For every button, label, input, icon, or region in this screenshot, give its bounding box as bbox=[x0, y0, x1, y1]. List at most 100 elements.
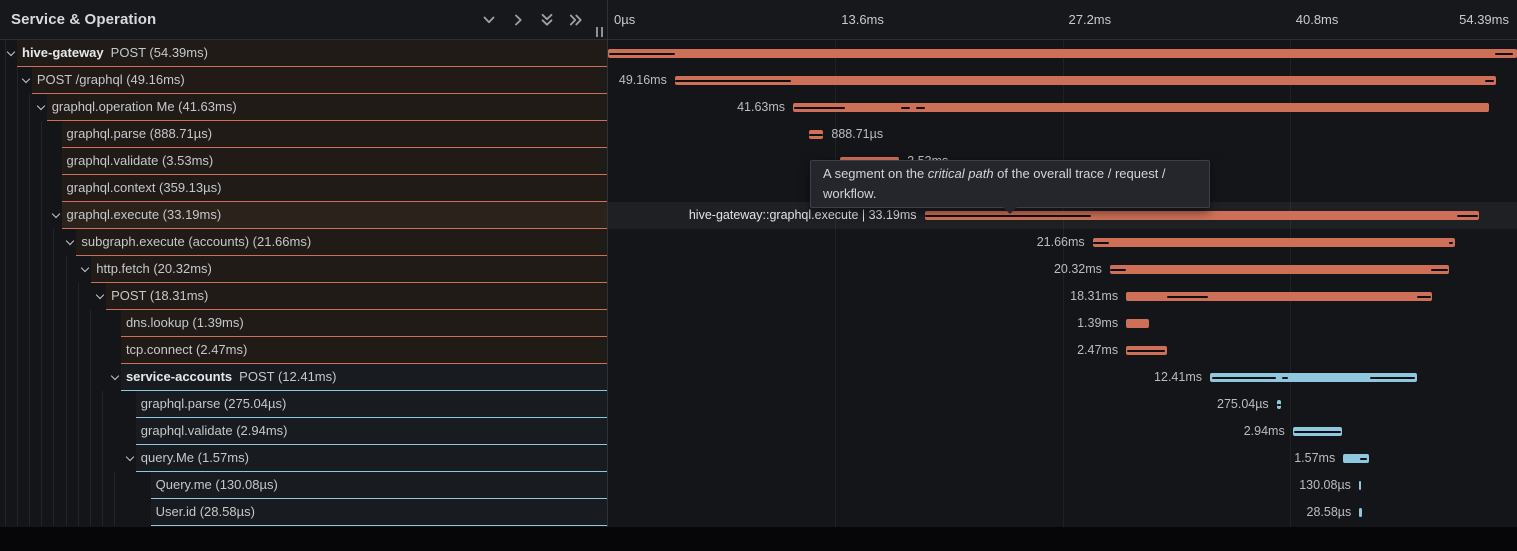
tree-row[interactable]: graphql.parse (888.71µs) bbox=[0, 121, 608, 148]
double-chevron-down-icon[interactable] bbox=[539, 12, 555, 28]
span-bar[interactable] bbox=[1359, 508, 1362, 517]
timeline-tick-label: 40.8ms bbox=[1296, 0, 1339, 40]
collapse-chevron-icon[interactable] bbox=[53, 211, 60, 218]
chevron-down-icon[interactable] bbox=[481, 12, 497, 28]
tree-row[interactable]: POST /graphql (49.16ms) bbox=[0, 67, 608, 94]
collapse-chevron-icon[interactable] bbox=[82, 265, 89, 272]
tree-row[interactable]: User.id (28.58µs) bbox=[0, 499, 608, 526]
tree-row[interactable]: graphql.execute (33.19ms) bbox=[0, 202, 608, 229]
span-name-label: graphql.parse (275.04µs) bbox=[141, 391, 287, 417]
tree-row[interactable]: tcp.connect (2.47ms) bbox=[0, 337, 608, 364]
span-duration-label: 275.04µs bbox=[1217, 391, 1269, 418]
span-bar[interactable] bbox=[793, 103, 1489, 112]
tree-row[interactable]: subgraph.execute (accounts) (21.66ms) bbox=[0, 229, 608, 256]
span-duration-label: 2.47ms bbox=[1077, 337, 1118, 364]
indent-guide bbox=[5, 472, 6, 499]
indent-guide bbox=[41, 364, 42, 391]
tree-row[interactable]: service-accountsPOST (12.41ms) bbox=[0, 364, 608, 391]
indent-guide bbox=[17, 229, 18, 256]
indent-guide bbox=[29, 310, 30, 337]
waterfall-row[interactable]: 130.08µs bbox=[608, 472, 1517, 499]
collapse-chevron-icon[interactable] bbox=[38, 103, 45, 110]
tree-row[interactable]: graphql.operation Me (41.63ms) bbox=[0, 94, 608, 121]
tree-row[interactable]: POST (18.31ms) bbox=[0, 283, 608, 310]
span-bar[interactable] bbox=[1126, 319, 1149, 328]
waterfall-row[interactable]: 2.94ms bbox=[608, 418, 1517, 445]
indent-guide bbox=[78, 310, 79, 337]
indent-guide bbox=[41, 148, 42, 175]
tree-row[interactable]: Query.me (130.08µs) bbox=[0, 472, 608, 499]
span-bar[interactable] bbox=[1343, 454, 1369, 463]
indent-guide bbox=[78, 418, 79, 445]
chevron-right-icon[interactable] bbox=[510, 12, 526, 28]
span-bar[interactable] bbox=[1359, 481, 1362, 490]
indent-guide bbox=[29, 283, 30, 310]
indent-guide bbox=[41, 283, 42, 310]
waterfall-row[interactable]: 20.32ms bbox=[608, 256, 1517, 283]
collapse-chevron-icon[interactable] bbox=[112, 373, 119, 380]
tree-row[interactable]: hive-gatewayPOST (54.39ms) bbox=[0, 40, 608, 67]
critical-path-segment bbox=[1360, 458, 1367, 460]
indent-guide bbox=[66, 445, 67, 472]
tree-row[interactable]: http.fetch (20.32ms) bbox=[0, 256, 608, 283]
indent-guide bbox=[5, 175, 6, 202]
tree-row[interactable]: graphql.validate (2.94ms) bbox=[0, 418, 608, 445]
span-name-label: query.Me (1.57ms) bbox=[141, 445, 249, 471]
collapse-chevron-icon[interactable] bbox=[97, 292, 104, 299]
indent-guide bbox=[66, 391, 67, 418]
collapse-chevron-icon[interactable] bbox=[127, 454, 134, 461]
waterfall-row[interactable]: 49.16ms bbox=[608, 67, 1517, 94]
panel-resize-handle[interactable] bbox=[596, 27, 603, 37]
tree-row[interactable]: graphql.context (359.13µs) bbox=[0, 175, 608, 202]
collapse-chevron-icon[interactable] bbox=[23, 76, 30, 83]
waterfall-row[interactable]: 275.04µs bbox=[608, 391, 1517, 418]
waterfall-row[interactable]: 1.57ms bbox=[608, 445, 1517, 472]
span-bar[interactable] bbox=[1210, 373, 1417, 382]
waterfall-row[interactable]: 18.31ms bbox=[608, 283, 1517, 310]
indent-guide bbox=[90, 391, 91, 418]
waterfall-row[interactable]: 12.41ms bbox=[608, 364, 1517, 391]
waterfall-row[interactable]: 1.39ms bbox=[608, 310, 1517, 337]
indent-guide bbox=[29, 175, 30, 202]
span-bar[interactable] bbox=[809, 130, 824, 139]
indent-guide bbox=[90, 445, 91, 472]
indent-guide bbox=[41, 337, 42, 364]
tree-row[interactable]: query.Me (1.57ms) bbox=[0, 445, 608, 472]
waterfall-row[interactable]: 21.66ms bbox=[608, 229, 1517, 256]
waterfall-row[interactable]: 2.47ms bbox=[608, 337, 1517, 364]
critical-path-segment bbox=[794, 107, 846, 109]
critical-path-segment bbox=[1495, 53, 1513, 55]
indent-guide bbox=[17, 94, 18, 121]
span-bar[interactable] bbox=[1277, 400, 1282, 409]
service-name: hive-gateway bbox=[22, 45, 104, 60]
span-bar[interactable] bbox=[1293, 427, 1342, 436]
span-bar[interactable] bbox=[1126, 346, 1167, 355]
waterfall-row[interactable]: 41.63ms bbox=[608, 94, 1517, 121]
tree-row[interactable]: dns.lookup (1.39ms) bbox=[0, 310, 608, 337]
waterfall-row[interactable]: 28.58µs bbox=[608, 499, 1517, 526]
span-bar[interactable] bbox=[1126, 292, 1432, 301]
indent-guide bbox=[90, 337, 91, 364]
span-bar[interactable] bbox=[675, 76, 1497, 85]
indent-guide bbox=[29, 94, 30, 121]
tree-row[interactable]: graphql.parse (275.04µs) bbox=[0, 391, 608, 418]
waterfall-row[interactable] bbox=[608, 40, 1517, 67]
indent-guide bbox=[66, 472, 67, 499]
waterfall-row[interactable]: 888.71µs bbox=[608, 121, 1517, 148]
span-name-label: http.fetch (20.32ms) bbox=[96, 256, 212, 282]
indent-guide bbox=[102, 499, 103, 526]
double-chevron-right-icon[interactable] bbox=[568, 12, 584, 28]
indent-guide bbox=[53, 472, 54, 499]
collapse-chevron-icon[interactable] bbox=[8, 49, 15, 56]
span-bar[interactable] bbox=[1110, 265, 1450, 274]
indent-guide bbox=[29, 148, 30, 175]
span-bar[interactable] bbox=[608, 49, 1517, 58]
indent-guide bbox=[114, 472, 115, 499]
indent-guide bbox=[41, 418, 42, 445]
tree-row[interactable]: graphql.validate (3.53ms) bbox=[0, 148, 608, 175]
span-duration-label: 1.57ms bbox=[1294, 445, 1335, 472]
indent-guide bbox=[78, 445, 79, 472]
collapse-chevron-icon[interactable] bbox=[67, 238, 74, 245]
span-bar[interactable] bbox=[1093, 238, 1455, 247]
indent-guide bbox=[5, 148, 6, 175]
